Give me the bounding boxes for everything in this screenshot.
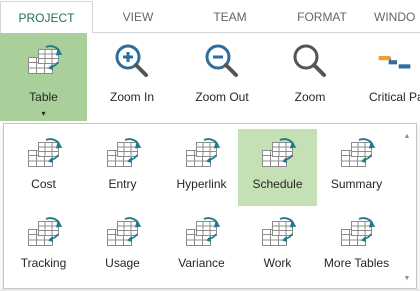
table-refresh-icon [337,215,377,251]
gallery-item-cost[interactable]: Cost [4,129,83,206]
gallery-item-label: Work [263,256,292,270]
gallery-item-usage[interactable]: Usage [83,208,162,285]
scroll-down-arrow-icon[interactable]: ▼ [402,274,412,282]
tab-window[interactable]: WINDO [372,1,420,33]
gallery-item-hyperlink[interactable]: Hyperlink [162,129,241,206]
tab-team[interactable]: TEAM [190,1,270,33]
scroll-up-arrow-icon[interactable]: ▲ [402,132,412,140]
gallery-item-work[interactable]: Work [238,208,317,285]
table-button[interactable]: Table ▾ [0,33,87,121]
gallery-item-label: Cost [31,177,56,191]
ribbon-tab-bar: PROJECT VIEW TEAM FORMAT WINDO [0,0,420,34]
zoom-out-icon [202,41,242,81]
table-refresh-icon [24,136,64,172]
table-refresh-icon [103,215,143,251]
critical-path-button[interactable]: Critical Pa [364,33,420,121]
gallery-item-label: Tracking [20,256,67,270]
gallery-item-label: Entry [108,177,137,191]
table-refresh-icon [103,136,143,172]
table-refresh-icon [337,136,377,172]
gallery-item-summary[interactable]: Summary [317,129,396,206]
table-refresh-icon [24,41,64,81]
gallery-item-tracking[interactable]: Tracking [4,208,83,285]
gallery-item-label: More Tables [323,256,390,270]
gallery-item-label: Hyperlink [176,177,227,191]
zoom-button[interactable]: Zoom [275,33,345,121]
zoom-out-label: Zoom Out [195,90,249,104]
table-button-label: Table [29,90,58,104]
gallery-item-label: Usage [105,256,140,270]
zoom-out-button[interactable]: Zoom Out [186,33,258,121]
ribbon-panel: Table ▾ Zoom In Zoom Out Zoom Critical P… [0,33,420,123]
tab-project[interactable]: PROJECT [0,1,93,34]
gallery-item-label: Schedule [252,177,303,191]
zoom-in-icon [112,41,152,81]
magnifier-icon [290,41,330,81]
gallery-item-entry[interactable]: Entry [83,129,162,206]
zoom-label: Zoom [294,90,326,104]
table-refresh-icon [258,215,298,251]
critical-path-label: Critical Pa [369,90,420,104]
tab-format[interactable]: FORMAT [282,1,362,33]
zoom-in-button[interactable]: Zoom In [96,33,168,121]
critical-path-icon [372,41,412,81]
gallery-item-label: Variance [178,256,225,270]
table-gallery-dropdown: Cost Entry Hyperlink Schedule Summary Tr… [3,123,417,289]
zoom-in-label: Zoom In [109,90,154,104]
gallery-item-variance[interactable]: Variance [162,208,241,285]
table-refresh-icon [258,136,298,172]
gallery-item-label: Summary [330,177,383,191]
table-refresh-icon [182,136,222,172]
table-refresh-icon [182,215,222,251]
tab-view[interactable]: VIEW [98,1,178,33]
table-refresh-icon [24,215,64,251]
gallery-item-more-tables[interactable]: More Tables [317,208,396,285]
gallery-item-schedule[interactable]: Schedule [238,129,317,206]
chevron-down-icon: ▾ [41,109,46,118]
